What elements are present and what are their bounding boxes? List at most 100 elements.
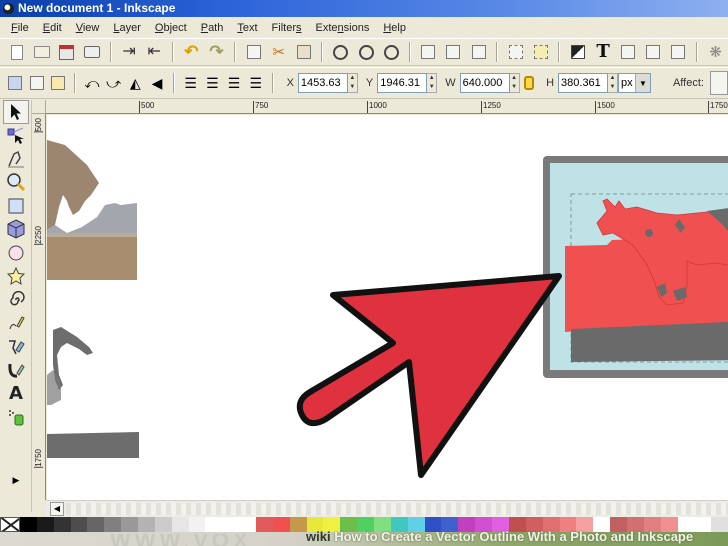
raise-button[interactable]: ☰	[225, 72, 243, 94]
menu-path[interactable]: Path	[194, 22, 231, 34]
menu-help[interactable]: Help	[376, 22, 413, 34]
color-swatch[interactable]	[205, 517, 223, 532]
node-tool-button[interactable]	[3, 124, 29, 148]
zoom-tool-button[interactable]	[3, 171, 29, 195]
h-spin-arrows[interactable]: ▲ ▼	[608, 73, 619, 93]
x-input[interactable]	[297, 73, 348, 93]
print-button[interactable]	[81, 41, 102, 63]
menu-file[interactable]: File	[4, 22, 36, 34]
h-input[interactable]	[558, 73, 609, 93]
rectangle-tool-button[interactable]	[3, 194, 29, 218]
horizontal-scrollbar[interactable]: ◀	[46, 500, 728, 517]
menu-object[interactable]: Object	[148, 22, 194, 34]
layers-button[interactable]	[618, 41, 639, 63]
export-button[interactable]: ⇤	[144, 41, 165, 63]
y-spin-arrows[interactable]: ▲ ▼	[427, 73, 438, 93]
color-swatch[interactable]	[222, 517, 240, 532]
raise-to-top-button[interactable]: ☰	[247, 72, 265, 94]
unit-select[interactable]: px ▼	[618, 73, 651, 93]
x-spin-arrows[interactable]: ▲ ▼	[347, 73, 358, 93]
text-font-button[interactable]: T	[593, 41, 614, 63]
zoom-page-button[interactable]	[381, 41, 402, 63]
w-input[interactable]	[459, 73, 510, 93]
flip-horizontal-button[interactable]: ◭	[126, 72, 144, 94]
cut-button[interactable]: ✂	[268, 41, 289, 63]
align-button[interactable]	[668, 41, 689, 63]
affect-stroke-button[interactable]	[709, 71, 728, 95]
clone-button[interactable]	[468, 41, 489, 63]
zoom-selection-button[interactable]	[330, 41, 351, 63]
menu-filters[interactable]: Filters	[265, 22, 309, 34]
zoom-drawing-button[interactable]	[356, 41, 377, 63]
paste-button[interactable]	[293, 41, 314, 63]
rotate-ccw-button[interactable]: ⤺	[83, 72, 101, 94]
color-swatch[interactable]	[171, 517, 189, 532]
lower-button[interactable]: ☰	[204, 72, 222, 94]
deselect-button[interactable]	[49, 72, 67, 94]
pencil-tool-button[interactable]	[3, 312, 29, 336]
menu-extensions[interactable]: Extensions	[309, 22, 377, 34]
import-icon: ⇥	[122, 43, 136, 60]
select-all-layers-button[interactable]	[28, 72, 46, 94]
import-button[interactable]: ⇥	[119, 41, 140, 63]
calligraphy-tool-button[interactable]	[3, 359, 29, 383]
scrollbar-track[interactable]	[66, 503, 728, 515]
color-swatch[interactable]	[104, 517, 122, 532]
selector-tool-button[interactable]	[3, 100, 29, 124]
menu-edit[interactable]: Edit	[36, 22, 69, 34]
x-label: X	[286, 77, 294, 89]
color-swatch[interactable]	[239, 517, 257, 532]
horizontal-ruler[interactable]: 500 750 1000 1250 1500 1750	[46, 100, 728, 114]
text-tool-button[interactable]: A	[3, 382, 29, 406]
save-button[interactable]	[56, 41, 77, 63]
w-spin-arrows[interactable]: ▲ ▼	[509, 73, 520, 93]
vertical-ruler[interactable]: 500 2250 1750	[32, 114, 46, 500]
xml-editor-button[interactable]	[643, 41, 664, 63]
y-input[interactable]	[377, 73, 428, 93]
new-document-button[interactable]	[6, 41, 27, 63]
rotate-cw-button[interactable]: ⤻	[105, 72, 123, 94]
color-swatch[interactable]	[20, 517, 37, 532]
redo-button[interactable]: ↷	[206, 41, 227, 63]
paste-icon	[296, 45, 311, 59]
color-swatch[interactable]	[121, 517, 139, 532]
snap-button[interactable]	[530, 41, 551, 63]
ungroup-button[interactable]	[443, 41, 464, 63]
node-editor-button[interactable]	[505, 41, 526, 63]
duplicate-button[interactable]	[243, 41, 264, 63]
spiral-tool-button[interactable]	[3, 288, 29, 312]
toolbox-more-button[interactable]: ▶	[3, 469, 29, 493]
lock-proportions-icon[interactable]	[523, 76, 535, 90]
select-all-icon	[7, 76, 22, 90]
color-swatch[interactable]	[87, 517, 105, 532]
3d-box-tool-button[interactable]	[3, 218, 29, 242]
scroll-left-button[interactable]: ◀	[50, 502, 64, 516]
select-all-button[interactable]	[6, 72, 24, 94]
ellipse-tool-button[interactable]	[3, 241, 29, 265]
flip-vertical-button[interactable]: ◀	[148, 72, 166, 94]
fill-stroke-button[interactable]	[567, 41, 588, 63]
color-swatch[interactable]	[53, 517, 71, 532]
color-swatch[interactable]	[256, 517, 273, 532]
drawing-canvas[interactable]	[47, 115, 728, 500]
color-swatch[interactable]	[138, 517, 155, 532]
tweak-tool-icon	[8, 150, 24, 168]
lower-to-bottom-button[interactable]: ☰	[182, 72, 200, 94]
tweak-tool-button[interactable]	[3, 147, 29, 171]
preferences-button[interactable]: ❋	[705, 41, 726, 63]
menu-view[interactable]: View	[69, 22, 107, 34]
menu-layer[interactable]: Layer	[106, 22, 148, 34]
color-swatch[interactable]	[154, 517, 172, 532]
color-swatch[interactable]	[188, 517, 206, 532]
color-swatch[interactable]	[36, 517, 54, 532]
spray-tool-button[interactable]	[3, 406, 29, 430]
color-swatch[interactable]	[70, 517, 88, 532]
open-button[interactable]	[31, 41, 52, 63]
undo-button[interactable]: ↶	[181, 41, 202, 63]
group-button[interactable]	[418, 41, 439, 63]
color-swatch[interactable]	[272, 517, 290, 532]
star-tool-button[interactable]	[3, 265, 29, 289]
no-paint-swatch[interactable]	[0, 517, 20, 532]
pen-tool-button[interactable]	[3, 335, 29, 359]
menu-text[interactable]: Text	[230, 22, 264, 34]
